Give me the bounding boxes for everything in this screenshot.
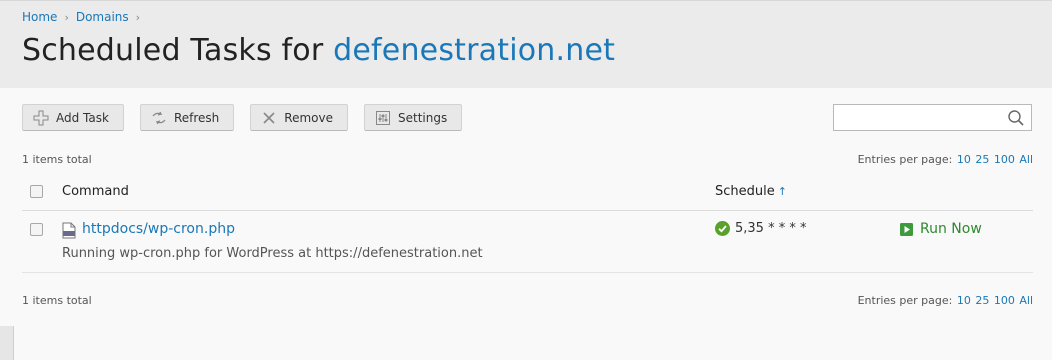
remove-icon xyxy=(261,110,277,126)
breadcrumb-separator: › xyxy=(64,10,69,24)
breadcrumb: Home › Domains › xyxy=(22,10,147,24)
entries-per-page-bottom: Entries per page: 10 25 100 All xyxy=(858,294,1033,307)
plus-icon xyxy=(33,110,49,126)
remove-button[interactable]: Remove xyxy=(250,104,348,131)
select-all-checkbox[interactable] xyxy=(30,185,43,198)
entries-per-page-label: Entries per page: xyxy=(857,153,953,166)
per-page-100[interactable]: 100 xyxy=(994,294,1015,307)
php-file-icon xyxy=(62,222,76,239)
breadcrumb-domains[interactable]: Domains xyxy=(76,10,129,24)
command-link[interactable]: httpdocs/wp-cron.php xyxy=(82,221,235,237)
remove-label: Remove xyxy=(284,110,333,125)
breadcrumb-home[interactable]: Home xyxy=(22,10,57,24)
per-page-10[interactable]: 10 xyxy=(957,153,971,166)
check-circle-icon xyxy=(715,221,730,236)
row-checkbox[interactable] xyxy=(30,223,43,236)
breadcrumb-separator: › xyxy=(135,10,141,24)
schedule-value: 5,35 * * * * xyxy=(735,221,807,236)
page-title-domain-link[interactable]: defenestration.net xyxy=(333,33,615,68)
per-page-10[interactable]: 10 xyxy=(957,294,971,307)
sliders-icon xyxy=(375,110,391,126)
per-page-all[interactable]: All xyxy=(1019,153,1033,166)
table-header: Command Schedule ↑ xyxy=(22,176,1033,211)
toolbar: Add Task Refresh Remove Settings xyxy=(22,104,478,131)
search-input[interactable] xyxy=(833,104,1032,131)
column-schedule-label: Schedule xyxy=(715,184,775,199)
settings-label: Settings xyxy=(397,110,448,125)
per-page-25[interactable]: 25 xyxy=(975,153,989,166)
table-row: httpdocs/wp-cron.php Running wp-cron.php… xyxy=(22,211,1033,273)
tasks-table: Command Schedule ↑ httpdocs/wp-cron.php R… xyxy=(22,176,1033,273)
refresh-button[interactable]: Refresh xyxy=(139,104,235,131)
entries-per-page-label: Entries per page: xyxy=(857,294,953,307)
add-task-button[interactable]: Add Task xyxy=(22,104,124,131)
items-total-top: 1 items total xyxy=(22,153,92,166)
add-task-label: Add Task xyxy=(56,110,109,125)
refresh-icon xyxy=(151,110,167,126)
search-icon[interactable] xyxy=(1007,109,1025,127)
side-panel-handle[interactable] xyxy=(0,326,14,360)
sort-ascending-icon: ↑ xyxy=(777,185,787,198)
per-page-all[interactable]: All xyxy=(1019,294,1033,307)
per-page-25[interactable]: 25 xyxy=(975,294,989,307)
refresh-label: Refresh xyxy=(173,110,220,125)
settings-button[interactable]: Settings xyxy=(363,104,463,131)
column-schedule[interactable]: Schedule ↑ xyxy=(715,184,787,199)
page-title-prefix: Scheduled Tasks for xyxy=(22,33,334,68)
run-now-button[interactable]: Run Now xyxy=(900,221,982,237)
run-now-label: Run Now xyxy=(920,221,982,237)
per-page-100[interactable]: 100 xyxy=(994,153,1015,166)
play-icon xyxy=(900,222,913,236)
column-command[interactable]: Command xyxy=(62,184,129,199)
schedule-cell: 5,35 * * * * xyxy=(715,221,806,236)
items-total-bottom: 1 items total xyxy=(22,294,92,307)
page-title: Scheduled Tasks for defenestration.net xyxy=(22,33,615,68)
command-description: Running wp-cron.php for WordPress at htt… xyxy=(62,246,483,261)
entries-per-page-top: Entries per page: 10 25 100 All xyxy=(858,153,1033,166)
page-header: Home › Domains › Scheduled Tasks for def… xyxy=(0,0,1052,88)
